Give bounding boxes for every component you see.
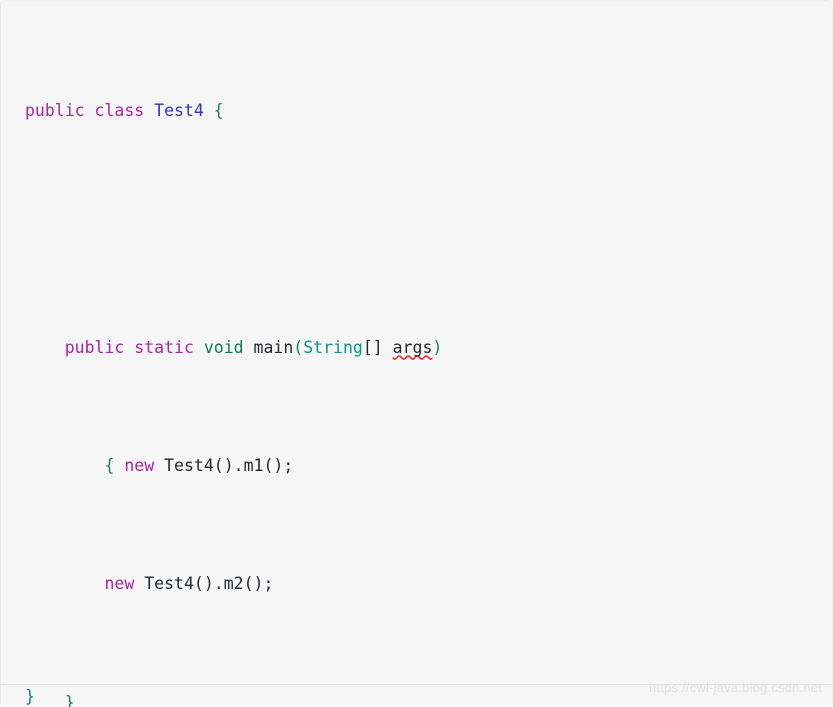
code-line-2-blank xyxy=(1,214,832,244)
class-name-test4: Test4 xyxy=(154,100,204,120)
keyword-class: class xyxy=(94,100,145,120)
brace-open: { xyxy=(104,455,115,475)
keyword-new: new xyxy=(124,455,155,475)
paren-open: ( xyxy=(293,337,304,357)
type-void: void xyxy=(203,337,244,357)
array-brackets: [] xyxy=(362,337,383,357)
type-string: String xyxy=(303,337,363,357)
keyword-public: public xyxy=(64,337,125,357)
code-line-4[interactable]: { new Test4().m1(); xyxy=(1,451,832,481)
code-screenshot: public class Test4 { public static void … xyxy=(0,0,833,707)
brace-open: { xyxy=(213,100,224,120)
keyword-new: new xyxy=(104,574,135,594)
ctor-test4: Test4().m1(); xyxy=(164,455,294,475)
code-line-5[interactable]: new Test4().m2(); xyxy=(1,569,832,599)
ctor-test4: Test4().m2(); xyxy=(144,574,274,594)
param-args: args xyxy=(392,337,433,357)
java-code-block[interactable]: public class Test4 { public static void … xyxy=(1,1,832,707)
keyword-static: static xyxy=(134,337,194,357)
brace-close: } xyxy=(64,692,75,707)
code-line-24[interactable]: } xyxy=(25,685,35,707)
paren-close: ) xyxy=(432,337,443,357)
code-line-3[interactable]: public static void main(String[] args) xyxy=(1,333,832,363)
keyword-public: public xyxy=(25,100,85,120)
method-name-main: main xyxy=(253,337,294,357)
watermark-url: https://cwl-java.blog.csdn.net xyxy=(649,680,822,695)
code-line-1[interactable]: public class Test4 { xyxy=(1,96,832,126)
